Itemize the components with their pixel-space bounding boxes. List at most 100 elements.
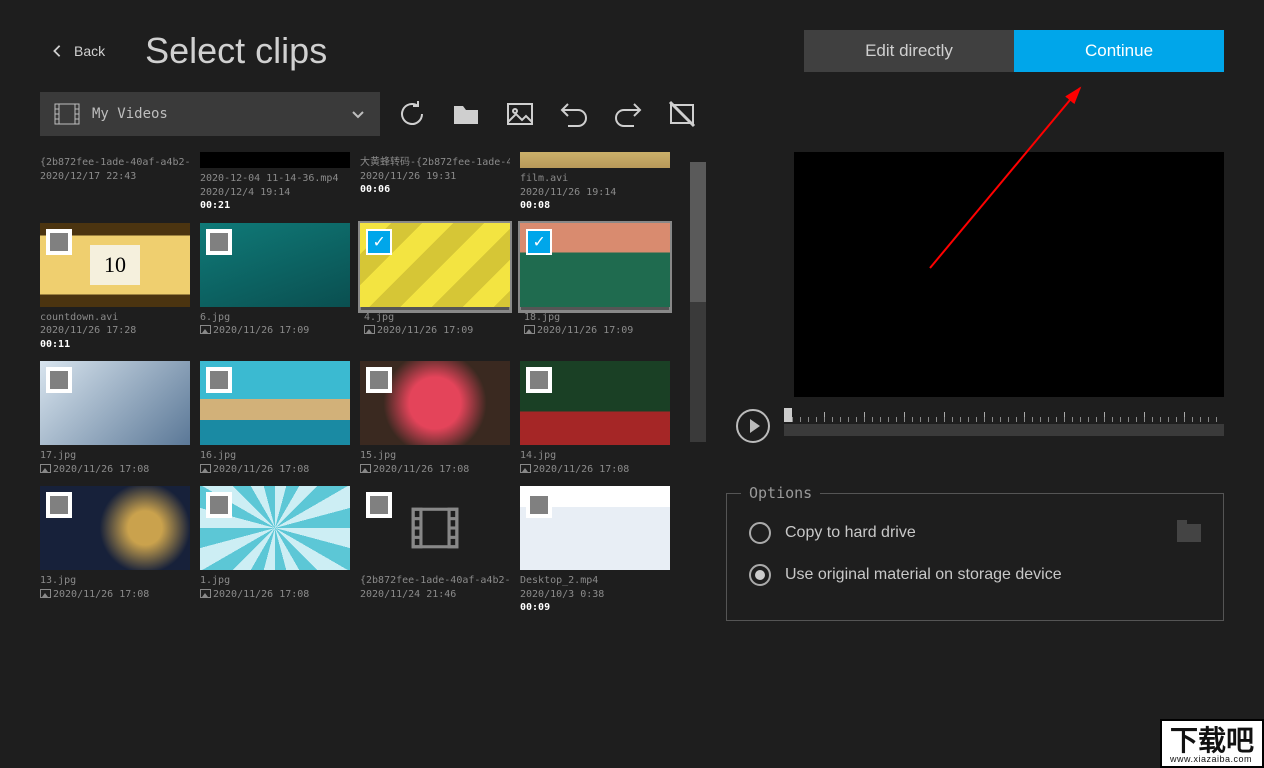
timeline-track[interactable] <box>784 424 1224 436</box>
folder-icon[interactable] <box>1177 524 1201 542</box>
radio-original[interactable] <box>749 564 771 586</box>
open-folder-button[interactable] <box>444 92 488 136</box>
clip-checkbox[interactable] <box>526 492 552 518</box>
clip-item[interactable]: 6.jpg2020/11/26 17:09 <box>200 223 350 352</box>
clip-checkbox[interactable] <box>526 367 552 393</box>
option-original-row[interactable]: Use original material on storage device <box>743 554 1207 596</box>
clip-date: 2020/11/26 17:08 <box>40 588 190 602</box>
image-button[interactable] <box>498 92 542 136</box>
clip-item[interactable]: 1.jpg2020/11/26 17:08 <box>200 486 350 615</box>
clip-item[interactable]: 2020-12-04 11-14-36.mp42020/12/4 19:1400… <box>200 152 350 213</box>
option-copy-row[interactable]: Copy to hard drive <box>743 512 1207 554</box>
clip-name: 15.jpg <box>360 449 510 463</box>
clip-name: 1.jpg <box>200 574 350 588</box>
clip-item[interactable]: 13.jpg2020/11/26 17:08 <box>40 486 190 615</box>
header-buttons: Edit directly Continue <box>804 30 1224 72</box>
clip-item[interactable]: 4.jpg2020/11/26 17:09 <box>360 223 510 352</box>
back-button[interactable]: Back <box>50 43 105 59</box>
scrollbar[interactable] <box>690 162 706 442</box>
clip-item[interactable]: {2b872fee-1ade-40af-a4b2-9f53c40acc65}_c… <box>40 152 190 213</box>
no-image-button[interactable] <box>660 92 704 136</box>
clip-checkbox[interactable] <box>206 492 232 518</box>
clip-date: 2020/11/26 17:08 <box>520 463 670 477</box>
clip-date: 2020/11/26 17:28 <box>40 324 190 338</box>
options-group: Options Copy to hard drive Use original … <box>726 493 1224 621</box>
header: Back Select clips Edit directly Continue <box>0 0 1264 92</box>
timeline[interactable] <box>784 412 1224 440</box>
clip-date: 2020/11/26 17:08 <box>360 463 510 477</box>
clip-item[interactable]: 17.jpg2020/11/26 17:08 <box>40 361 190 476</box>
clip-checkbox[interactable] <box>46 229 72 255</box>
clip-name: {2b872fee-1ade-40af-a4b2-9f53c40acc65}_c… <box>40 156 190 170</box>
clip-checkbox[interactable] <box>206 367 232 393</box>
clip-date: 2020/11/26 17:09 <box>200 324 350 338</box>
clip-item[interactable]: {2b872fee-1ade-40af-a4b2-9f53c40acc65}_c… <box>360 486 510 615</box>
clip-date: 2020/11/26 19:14 <box>520 186 670 200</box>
play-button[interactable] <box>736 409 770 443</box>
clip-duration: 00:08 <box>520 199 670 213</box>
clip-name: 2020-12-04 11-14-36.mp4 <box>200 172 350 186</box>
rotate-left-button[interactable] <box>552 92 596 136</box>
clip-date: 2020/11/26 17:09 <box>524 324 666 338</box>
image-icon <box>200 464 211 473</box>
clip-name: 13.jpg <box>40 574 190 588</box>
clip-duration: 00:21 <box>200 199 350 213</box>
clip-checkbox[interactable] <box>206 229 232 255</box>
continue-button[interactable]: Continue <box>1014 30 1224 72</box>
chevron-left-icon <box>50 44 64 58</box>
clip-thumbnail <box>520 152 670 168</box>
clip-checkbox[interactable] <box>366 367 392 393</box>
clip-date: 2020/11/24 21:46 <box>360 588 510 602</box>
clip-meta: 14.jpg2020/11/26 17:08 <box>520 445 670 476</box>
watermark-main: 下载吧 <box>1170 725 1254 756</box>
clip-item[interactable]: film.avi2020/11/26 19:1400:08 <box>520 152 670 213</box>
grid-wrap: {2b872fee-1ade-40af-a4b2-9f53c40acc65}_c… <box>40 152 706 621</box>
image-icon <box>200 589 211 598</box>
clip-meta: 大黄蜂转码-{2b872fee-1ade-40af-a4b2-9f53c40ac… <box>360 152 510 197</box>
clip-meta: film.avi2020/11/26 19:1400:08 <box>520 168 670 213</box>
scroll-thumb[interactable] <box>690 162 706 302</box>
rotate-right-button[interactable] <box>606 92 650 136</box>
clip-meta: 17.jpg2020/11/26 17:08 <box>40 445 190 476</box>
timeline-ticks <box>784 412 1224 422</box>
clip-date: 2020/12/17 22:43 <box>40 170 190 184</box>
refresh-button[interactable] <box>390 92 434 136</box>
clip-grid: {2b872fee-1ade-40af-a4b2-9f53c40acc65}_c… <box>40 152 680 621</box>
clip-item[interactable]: 10countdown.avi2020/11/26 17:2800:11 <box>40 223 190 352</box>
source-select[interactable]: My Videos <box>40 92 380 136</box>
clip-meta: Desktop_2.mp42020/10/3 0:3800:09 <box>520 570 670 615</box>
radio-copy[interactable] <box>749 522 771 544</box>
clip-checkbox[interactable] <box>366 492 392 518</box>
play-controls <box>726 409 1224 443</box>
clip-date: 2020/11/26 17:08 <box>200 588 350 602</box>
option-copy-label: Copy to hard drive <box>785 524 916 542</box>
clip-duration: 00:11 <box>40 338 190 352</box>
clip-meta: {2b872fee-1ade-40af-a4b2-9f53c40acc65}_c… <box>40 152 190 183</box>
clip-name: Desktop_2.mp4 <box>520 574 670 588</box>
clip-name: 大黄蜂转码-{2b872fee-1ade-40af-a4b2-9f53c40ac… <box>360 156 510 170</box>
clip-item[interactable]: 16.jpg2020/11/26 17:08 <box>200 361 350 476</box>
edit-directly-button[interactable]: Edit directly <box>804 30 1014 72</box>
preview-panel: Options Copy to hard drive Use original … <box>726 152 1244 621</box>
clip-name: countdown.avi <box>40 311 190 325</box>
clip-name: {2b872fee-1ade-40af-a4b2-9f53c40acc65}_c… <box>360 574 510 588</box>
clip-checkbox[interactable] <box>366 229 392 255</box>
clip-name: 16.jpg <box>200 449 350 463</box>
clip-checkbox[interactable] <box>526 229 552 255</box>
clip-duration: 00:06 <box>360 183 510 197</box>
clip-item[interactable]: 14.jpg2020/11/26 17:08 <box>520 361 670 476</box>
clip-item[interactable]: 15.jpg2020/11/26 17:08 <box>360 361 510 476</box>
clip-item[interactable]: Desktop_2.mp42020/10/3 0:3800:09 <box>520 486 670 615</box>
clip-date: 2020/11/26 17:08 <box>40 463 190 477</box>
clip-checkbox[interactable] <box>46 367 72 393</box>
image-icon <box>360 464 371 473</box>
clip-meta: 1.jpg2020/11/26 17:08 <box>200 570 350 601</box>
timeline-handle[interactable] <box>784 408 792 422</box>
clip-item[interactable]: 大黄蜂转码-{2b872fee-1ade-40af-a4b2-9f53c40ac… <box>360 152 510 213</box>
clip-name: 4.jpg <box>364 311 506 325</box>
image-icon <box>520 464 531 473</box>
clip-checkbox[interactable] <box>46 492 72 518</box>
clip-item[interactable]: 18.jpg2020/11/26 17:09 <box>520 223 670 352</box>
image-icon <box>40 464 51 473</box>
options-legend: Options <box>741 484 820 502</box>
